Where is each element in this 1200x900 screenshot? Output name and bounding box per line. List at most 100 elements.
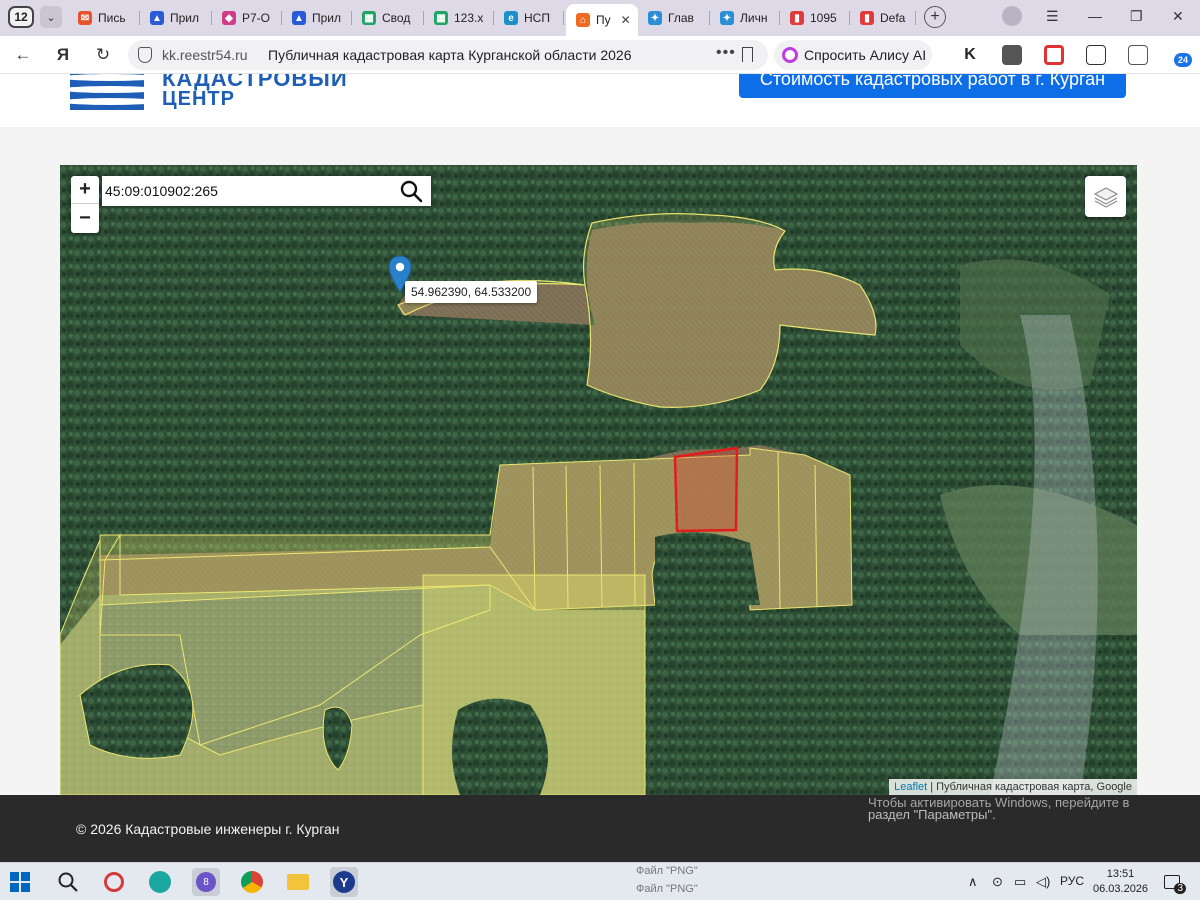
spreadsheet-icon: ▦: [362, 11, 376, 25]
app-icon: ▲: [150, 11, 164, 25]
cadastral-map[interactable]: + − 54.962390, 64.533200 Leaflet | Публи…: [60, 165, 1137, 795]
language-indicator[interactable]: РУС: [1060, 874, 1084, 888]
tab-label: Р7-О: [242, 11, 271, 25]
layers-control[interactable]: [1085, 176, 1126, 217]
background-text: Файл "PNG": [636, 883, 698, 895]
r7-icon: ◆: [222, 11, 236, 25]
address-bar-row: ← Я ↻ kk.reestr54.ru Публичная кадастров…: [0, 36, 1200, 74]
gosuslugi-icon: ✦: [720, 11, 734, 25]
tab[interactable]: ✦ Глав: [638, 4, 710, 32]
tab[interactable]: ▦ Свод: [352, 4, 424, 32]
logo-text[interactable]: ЦЕНТР: [162, 88, 235, 111]
more-icon[interactable]: •••: [716, 44, 736, 62]
extension-target-icon[interactable]: [1044, 45, 1064, 65]
tab[interactable]: ▮ 1095: [780, 4, 850, 32]
site-header: КАДАСТРОВЫЙ ЦЕНТР Стоимость кадастровых …: [0, 74, 1200, 127]
profile-avatar[interactable]: [1002, 6, 1022, 26]
tray-chevron-icon[interactable]: ∧: [968, 874, 978, 890]
tab[interactable]: ▲ Прил: [140, 4, 212, 32]
cadastral-search-input[interactable]: [105, 176, 385, 206]
search-icon[interactable]: [399, 179, 423, 203]
clock[interactable]: 13:51 06.03.2026: [1093, 867, 1148, 897]
close-icon[interactable]: ✕: [621, 13, 631, 27]
camera-icon[interactable]: ⊙: [992, 874, 1003, 890]
extension-shelf-icon[interactable]: [1002, 45, 1022, 65]
tab-label: НСП: [524, 11, 550, 25]
collections-icon[interactable]: [1086, 45, 1106, 65]
new-tab-button[interactable]: +: [924, 6, 946, 28]
tab-counter[interactable]: 12: [8, 6, 34, 28]
site-footer: © 2026 Кадастровые инженеры г. Курган Чт…: [0, 795, 1200, 862]
tab-label: Прил: [312, 11, 342, 25]
clock-time: 13:51: [1106, 868, 1135, 880]
network-icon[interactable]: ▭: [1014, 874, 1026, 890]
notifications-icon[interactable]: 3: [1158, 868, 1186, 896]
gosuslugi-icon: ✦: [648, 11, 662, 25]
ask-alice-button[interactable]: Спросить Алису AI: [774, 40, 932, 70]
notifications-count: 3: [1174, 883, 1186, 894]
mail-icon: ✉: [78, 11, 92, 25]
tab-label: Прил: [170, 11, 200, 25]
background-text: Файл "PNG": [636, 865, 698, 877]
chrome-icon[interactable]: [238, 868, 266, 896]
tab-list-chevron-icon[interactable]: ⌄: [40, 6, 62, 28]
coordinates-tooltip: 54.962390, 64.533200: [405, 281, 538, 303]
tab[interactable]: ▦ 123.x: [424, 4, 494, 32]
satellite-imagery[interactable]: [60, 165, 1137, 795]
windows-activation-line2: раздел "Параметры".: [868, 807, 996, 822]
restore-icon[interactable]: ❐: [1130, 8, 1143, 25]
zoom-in-button[interactable]: +: [71, 176, 99, 204]
extension-k-icon[interactable]: K: [960, 45, 980, 65]
tab[interactable]: ✉ Пись: [68, 4, 140, 32]
layers-icon: [1093, 186, 1118, 208]
downloads-icon[interactable]: [1128, 45, 1148, 65]
url-field[interactable]: kk.reestr54.ru Публичная кадастровая кар…: [128, 40, 768, 70]
url-host: kk.reestr54.ru: [162, 47, 248, 63]
reload-icon[interactable]: ↻: [92, 44, 114, 66]
tab-label: Личн: [740, 11, 768, 25]
windows-start-icon[interactable]: [6, 868, 34, 896]
tab[interactable]: ▮ Defa: [850, 4, 916, 32]
search-icon[interactable]: [54, 868, 82, 896]
windows-taskbar: Файл "PNG" Файл "PNG" 8 Y ∧ ⊙ ▭ ◁) РУС 1…: [0, 862, 1200, 900]
tab[interactable]: ✦ Личн: [710, 4, 780, 32]
volume-icon[interactable]: ◁): [1036, 874, 1050, 890]
minimize-icon[interactable]: —: [1088, 8, 1102, 24]
messenger-icon[interactable]: 8: [192, 868, 220, 896]
alice-icon: [782, 47, 798, 63]
close-window-icon[interactable]: ✕: [1172, 8, 1184, 25]
tab-label: Пу: [596, 13, 611, 27]
tab-label: Defa: [880, 11, 906, 25]
tab-label: Свод: [382, 11, 411, 25]
attribution-text: | Публичная кадастровая карта, Google: [927, 781, 1132, 793]
tab-label: 123.x: [454, 11, 484, 25]
browser-tab-strip: 12 ⌄ ✉ Пись ▲ Прил ◆ Р7-О ▲ Прил ▦ Свод ▦ 123.…: [0, 0, 1200, 36]
footer-copyright: © 2026 Кадастровые инженеры г. Курган: [76, 821, 340, 837]
leaflet-link[interactable]: Leaflet: [894, 781, 927, 793]
tab-active[interactable]: ⌂ Пу ✕: [566, 4, 638, 36]
back-arrow-icon[interactable]: ←: [12, 44, 34, 66]
notification-badge: 24: [1174, 53, 1192, 67]
zoom-control: + −: [71, 176, 99, 233]
edge-icon[interactable]: [146, 868, 174, 896]
tab-label: Пись: [98, 11, 126, 25]
document-icon: ▮: [790, 11, 804, 25]
tab-label: 1095: [810, 11, 837, 25]
shield-icon: [138, 47, 152, 63]
tab[interactable]: ◆ Р7-О: [212, 4, 282, 32]
explorer-folder-icon[interactable]: [284, 868, 312, 896]
yandex-browser-icon[interactable]: Y: [330, 867, 358, 897]
document-icon: ▮: [860, 11, 874, 25]
bookmark-icon[interactable]: [742, 47, 753, 62]
tab[interactable]: e НСП: [494, 4, 564, 32]
app-q-icon[interactable]: [100, 868, 128, 896]
zoom-out-button[interactable]: −: [71, 204, 99, 232]
cost-button[interactable]: Стоимость кадастровых работ в г. Курган: [739, 74, 1126, 98]
alice-label: Спросить Алису AI: [804, 47, 927, 63]
cadastral-search: [102, 176, 431, 206]
logo-icon[interactable]: [70, 74, 144, 110]
menu-icon[interactable]: ☰: [1046, 8, 1059, 25]
tab[interactable]: ▲ Прил: [282, 4, 352, 32]
app-icon: ▲: [292, 11, 306, 25]
yandex-icon[interactable]: Я: [52, 44, 74, 66]
